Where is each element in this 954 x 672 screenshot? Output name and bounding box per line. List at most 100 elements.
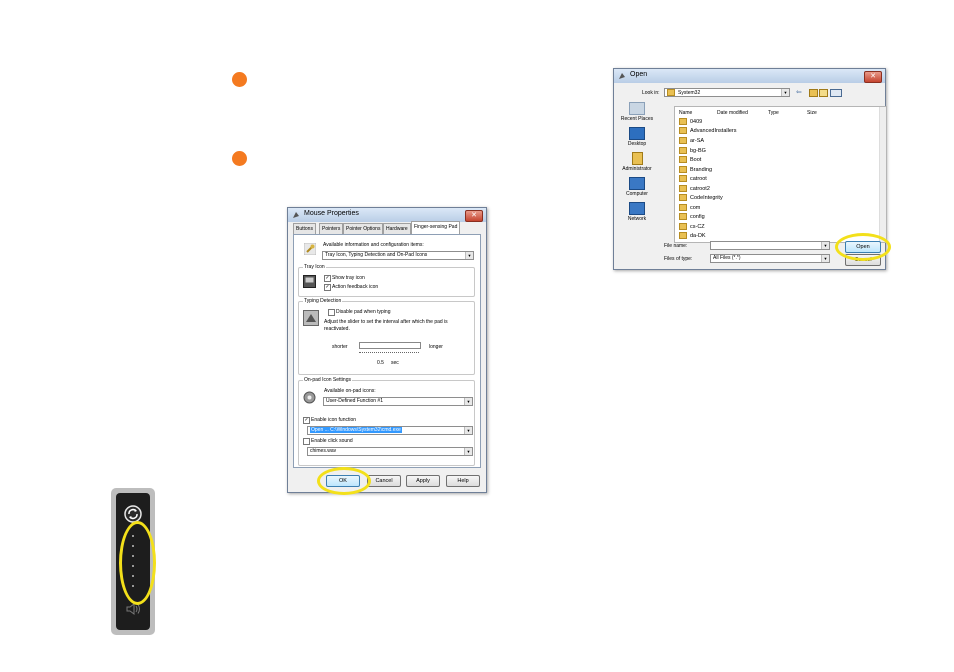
list-item[interactable]: Branding [679, 166, 712, 173]
folder-icon [679, 147, 687, 154]
config-items-select[interactable]: Tray Icon, Typing Detection and On-Pad I… [322, 251, 474, 260]
folder-icon [679, 185, 687, 192]
open-highlight-ring [835, 233, 891, 261]
interval-value: 0.5 [377, 360, 384, 366]
disable-pad-label: Disable pad when typing [336, 309, 391, 315]
onpad-icon-select[interactable]: User-Defined Function #1 ▼ [323, 397, 473, 406]
step-bullet-2 [232, 151, 247, 166]
list-item-label: AdvancedInstallers [690, 127, 737, 134]
new-folder-icon[interactable] [819, 89, 828, 97]
folder-icon [679, 223, 687, 230]
longer-label: longer [429, 344, 443, 350]
list-item[interactable]: catroot2 [679, 185, 710, 192]
back-arrow-icon[interactable]: ⇐ [796, 88, 802, 96]
place-network[interactable]: Network [617, 202, 657, 222]
chevron-down-icon: ▼ [821, 255, 829, 262]
list-item[interactable]: catroot [679, 175, 707, 182]
list-item[interactable]: config [679, 213, 705, 220]
shorter-label: shorter [332, 344, 348, 350]
file-list[interactable]: Name Date modified Type Size 0409 Advanc… [674, 106, 887, 243]
place-desktop[interactable]: Desktop [617, 127, 657, 147]
place-administrator[interactable]: Administrator [617, 152, 657, 172]
list-item-label: Boot [690, 156, 702, 163]
chevron-down-icon: ▼ [465, 252, 473, 259]
help-button[interactable]: Help [446, 475, 480, 487]
list-item[interactable]: ar-SA [679, 137, 704, 144]
network-icon [629, 202, 645, 215]
files-of-type-value: All Files (*.*) [713, 255, 741, 261]
open-dialog-title: Open [630, 71, 648, 78]
show-tray-icon-label: Show tray icon [332, 275, 365, 281]
apply-button[interactable]: Apply [406, 475, 440, 487]
disable-pad-checkbox[interactable] [328, 309, 335, 316]
tab-hardware[interactable]: Hardware [383, 223, 411, 234]
icon-function-value: Open ... C:\Windows\System32\cmd.exe [310, 427, 402, 433]
folder-icon [679, 175, 687, 182]
folder-icon [679, 137, 687, 144]
column-date-modified[interactable]: Date modified [717, 110, 748, 116]
step-bullet-1 [232, 72, 247, 87]
close-button[interactable]: ✕ [465, 210, 483, 222]
action-feedback-icon-checkbox[interactable]: ✓ [324, 284, 331, 291]
typing-detection-group: Typing Detection Disable pad when typing… [298, 298, 475, 375]
folder-icon [679, 118, 687, 125]
show-tray-icon-checkbox[interactable]: ✓ [324, 275, 331, 282]
computer-icon [629, 177, 645, 190]
list-item[interactable]: bg-BG [679, 147, 706, 154]
onpad-icon-value: User-Defined Function #1 [326, 398, 383, 404]
tray-icon-group: Tray Icon ✓ Show tray icon ✓ Action feed… [298, 264, 475, 297]
file-name-input[interactable]: ▼ [710, 241, 830, 250]
list-item[interactable]: com [679, 204, 700, 211]
column-size[interactable]: Size [807, 110, 817, 116]
list-item[interactable]: AdvancedInstallers [679, 127, 736, 134]
chevron-down-icon: ▼ [821, 242, 829, 249]
list-item[interactable]: da-DK [679, 232, 706, 239]
look-in-select[interactable]: System32 ▼ [664, 88, 790, 97]
close-button[interactable]: ✕ [864, 71, 882, 83]
list-item-label: com [690, 204, 701, 211]
place-recent-label: Recent Places [620, 116, 654, 122]
list-item-label: cs-CZ [690, 223, 705, 230]
up-folder-icon[interactable] [809, 89, 818, 97]
tray-icon-image [303, 275, 316, 288]
speaker-icon[interactable] [126, 603, 142, 615]
recent-places-icon [629, 102, 645, 115]
slider-ticks [359, 352, 419, 355]
vertical-scrollbar[interactable] [879, 107, 886, 242]
list-item[interactable]: 0409 [679, 118, 702, 125]
open-dialog-titlebar[interactable]: Open ✕ [614, 69, 885, 83]
interval-unit: sec [391, 360, 399, 366]
file-name-label: File name: [664, 243, 688, 249]
chevron-down-icon: ▼ [464, 398, 472, 405]
list-item[interactable]: CodeIntegrity [679, 194, 723, 201]
config-items-value: Tray Icon, Typing Detection and On-Pad I… [325, 252, 428, 258]
onpad-icon-settings-title: On-pad Icon Settings [303, 377, 352, 383]
mouse-properties-titlebar[interactable]: Mouse Properties ✕ [288, 208, 486, 222]
place-computer[interactable]: Computer [617, 177, 657, 197]
user-folder-icon [631, 152, 643, 165]
close-icon: ✕ [471, 212, 477, 219]
column-type[interactable]: Type [768, 110, 779, 116]
enable-icon-function-checkbox[interactable]: ✓ [303, 417, 310, 424]
place-recent[interactable]: Recent Places [617, 102, 657, 122]
tab-pointer-options[interactable]: Pointer Options [343, 223, 384, 234]
folder-icon [679, 127, 687, 134]
tab-buttons[interactable]: Buttons [293, 223, 316, 234]
column-name[interactable]: Name [679, 110, 692, 116]
list-item-label: CodeIntegrity [690, 194, 723, 201]
interval-slider[interactable] [359, 342, 421, 349]
tray-icon-group-title: Tray Icon [303, 264, 326, 270]
files-of-type-select[interactable]: All Files (*.*) ▼ [710, 254, 830, 263]
list-item-label: catroot [690, 175, 707, 182]
tab-finger-sensing-pad[interactable]: Finger-sensing Pad [411, 221, 461, 235]
tab-content-panel: Available information and configuration … [293, 234, 481, 468]
list-item-label: config [690, 213, 705, 220]
icon-function-select[interactable]: Open ... C:\Windows\System32\cmd.exe ▼ [307, 426, 473, 435]
cancel-button[interactable]: Cancel [367, 475, 401, 487]
list-item[interactable]: Boot [679, 156, 701, 163]
tab-pointers[interactable]: Pointers [319, 223, 344, 234]
click-sound-select[interactable]: chimes.wav ▼ [307, 447, 473, 456]
view-menu-icon[interactable] [830, 89, 842, 97]
enable-click-sound-checkbox[interactable] [303, 438, 310, 445]
list-item[interactable]: cs-CZ [679, 223, 705, 230]
